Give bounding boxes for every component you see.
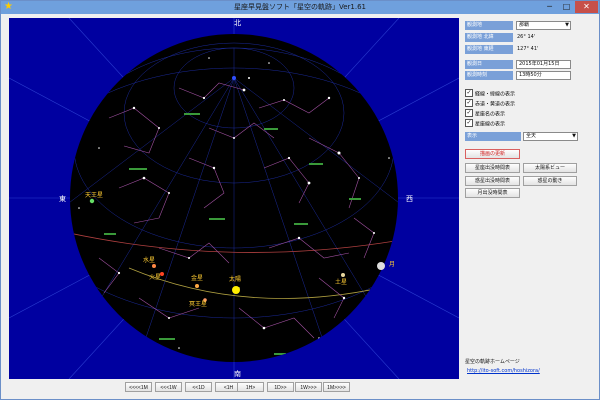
back-1-month-button[interactable]: <<<<1M bbox=[125, 382, 152, 392]
display-label: 表示 bbox=[465, 132, 521, 141]
planet-label-moon: 月 bbox=[389, 261, 396, 268]
direction-south: 南 bbox=[234, 370, 241, 378]
sky-canvas bbox=[9, 18, 459, 379]
direction-east: 東 bbox=[59, 195, 66, 203]
latitude-value: 26° 14' bbox=[517, 34, 536, 40]
planet-label-venus: 金星 bbox=[191, 275, 204, 282]
planet-label-mercury: 水星 bbox=[143, 257, 156, 264]
latitude-label: 観測地 北緯 bbox=[465, 33, 513, 42]
time-label: 観測時刻 bbox=[465, 71, 513, 80]
display-value: 全天 bbox=[526, 133, 537, 139]
maximize-button[interactable]: □ bbox=[558, 1, 575, 13]
planet-label-saturn: 土星 bbox=[335, 279, 348, 286]
planet-label-mars: 火星 bbox=[149, 274, 162, 281]
planet-motion-button[interactable]: 惑星の動き bbox=[523, 176, 577, 186]
longitude-value: 127° 41' bbox=[517, 46, 539, 52]
checkbox-checked-icon: ✓ bbox=[465, 99, 473, 107]
chevron-down-icon: ▼ bbox=[572, 133, 576, 139]
venus-marker bbox=[195, 284, 199, 288]
back-1-week-button[interactable]: <<<1W bbox=[155, 382, 182, 392]
planet-label-uranus: 天王星 bbox=[85, 192, 104, 199]
grid-lines-checkbox[interactable]: ✓ 経線・緯線の表示 bbox=[465, 89, 516, 99]
date-label: 観測日 bbox=[465, 60, 513, 69]
direction-west: 西 bbox=[406, 195, 413, 203]
date-input[interactable]: 2015年01月15日 bbox=[516, 60, 571, 69]
checkbox-checked-icon: ✓ bbox=[465, 89, 473, 97]
constellation-names-checkbox[interactable]: ✓ 星座名の表示 bbox=[465, 109, 506, 119]
checkbox-checked-icon: ✓ bbox=[465, 109, 473, 117]
back-1-day-button[interactable]: <<1D bbox=[185, 382, 212, 392]
time-step-bar: <<<<1M <<<1W <<1D <1H 1H> 1D>> 1W>>> 1M>… bbox=[1, 382, 467, 396]
sun-marker bbox=[232, 286, 240, 294]
planet-label-pluto: 冥王星 bbox=[189, 301, 208, 308]
direction-north: 北 bbox=[234, 19, 241, 27]
window-title: 星座早見盤ソフト「星空の軌跡」Ver1.61 bbox=[233, 3, 366, 11]
moon-marker bbox=[377, 262, 385, 270]
solar-system-view-button[interactable]: 太陽系ビュー bbox=[523, 163, 577, 173]
longitude-label: 観測地 東経 bbox=[465, 45, 513, 54]
equator-ecliptic-checkbox[interactable]: ✓ 赤道・黄道の表示 bbox=[465, 99, 516, 109]
homepage-link[interactable]: http://ito-soft.com/hoshizora/ bbox=[467, 368, 540, 374]
location-value: 那覇 bbox=[519, 22, 530, 28]
uranus-marker bbox=[89, 198, 95, 204]
display-select[interactable]: 全天 ▼ bbox=[523, 132, 578, 141]
close-button[interactable]: ✕ bbox=[575, 1, 598, 13]
equator-ecliptic-label: 赤道・黄道の表示 bbox=[475, 101, 516, 108]
saturn-marker bbox=[341, 273, 345, 277]
constellation-rise-set-button[interactable]: 星座出没時間表 bbox=[465, 163, 520, 173]
moon-rise-set-button[interactable]: 月出没時間表 bbox=[465, 188, 520, 198]
minimize-button[interactable]: ─ bbox=[541, 1, 558, 13]
forward-1-month-button[interactable]: 1M>>>> bbox=[323, 382, 350, 392]
zenith-marker bbox=[232, 76, 236, 80]
star-chart[interactable]: 北 南 東 西 天王星 水星 火星 金星 太陽 冥王星 土星 月 bbox=[9, 18, 459, 379]
planet-rise-set-button[interactable]: 惑星出没時間表 bbox=[465, 176, 520, 186]
title-bar[interactable]: ★ 星座早見盤ソフト「星空の軌跡」Ver1.61 ─ □ ✕ bbox=[1, 1, 599, 14]
forward-1-hour-button[interactable]: 1H> bbox=[237, 382, 264, 392]
constellation-lines-checkbox[interactable]: ✓ 星座線の表示 bbox=[465, 119, 506, 129]
checkbox-checked-icon: ✓ bbox=[465, 119, 473, 127]
location-select[interactable]: 那覇 ▼ bbox=[516, 21, 571, 30]
location-label: 観測地 bbox=[465, 21, 513, 30]
planet-label-sun: 太陽 bbox=[229, 276, 242, 283]
constellation-lines-label: 星座線の表示 bbox=[475, 121, 506, 128]
forward-1-day-button[interactable]: 1D>> bbox=[267, 382, 294, 392]
app-window: ★ 星座早見盤ソフト「星空の軌跡」Ver1.61 ─ □ ✕ 北 南 東 西 天… bbox=[0, 0, 600, 400]
constellation-names-label: 星座名の表示 bbox=[475, 111, 506, 118]
update-drawing-button[interactable]: 描画の更新 bbox=[465, 149, 520, 159]
homepage-title: 星空の軌跡ホームページ bbox=[465, 359, 520, 365]
forward-1-week-button[interactable]: 1W>>> bbox=[295, 382, 322, 392]
mercury-marker bbox=[152, 264, 156, 268]
settings-panel: 観測地 那覇 ▼ 観測地 北緯 26° 14' 観測地 東経 127° 41' … bbox=[465, 18, 597, 380]
grid-lines-label: 経線・緯線の表示 bbox=[475, 91, 516, 98]
chevron-down-icon: ▼ bbox=[565, 22, 569, 28]
time-input[interactable]: 13時50分 bbox=[516, 71, 571, 80]
